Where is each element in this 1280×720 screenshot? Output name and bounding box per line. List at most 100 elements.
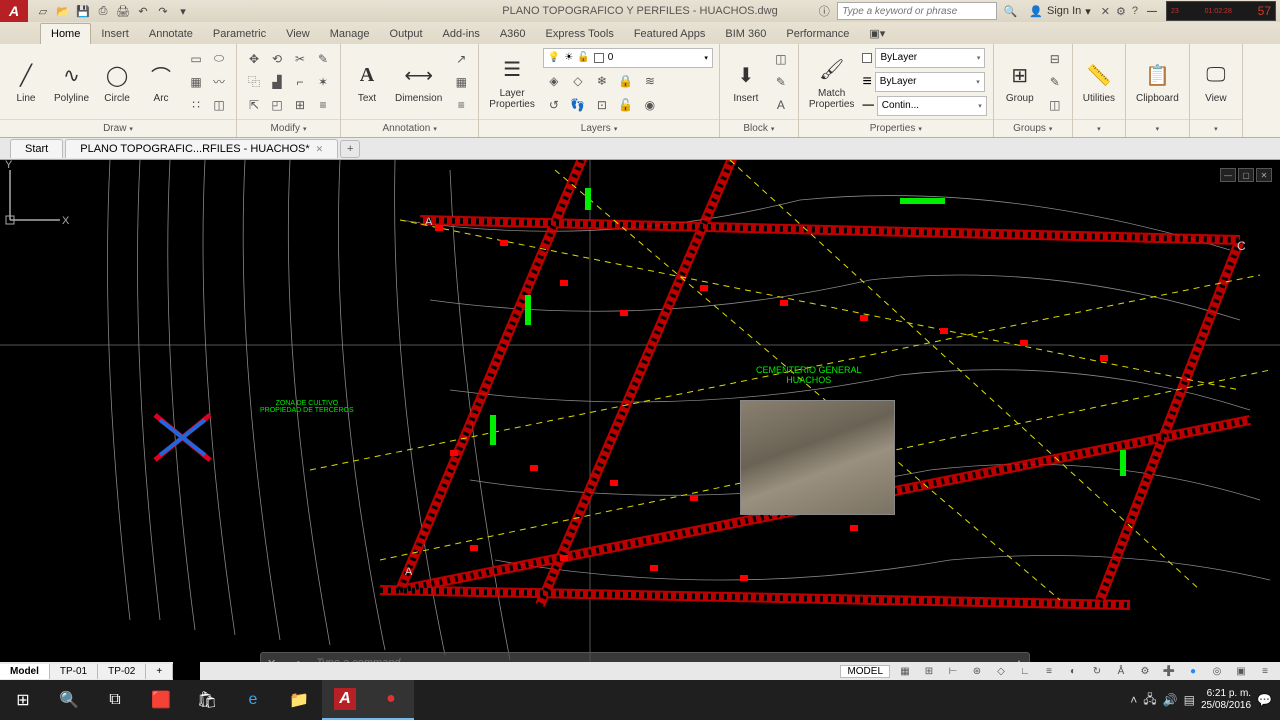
minimize-icon[interactable]: — bbox=[1142, 3, 1162, 19]
layer-state-icon[interactable]: ⊡ bbox=[591, 94, 613, 116]
stretch-icon[interactable]: ⇱ bbox=[243, 94, 265, 116]
ellipse-icon[interactable]: ⬭ bbox=[208, 48, 230, 70]
grid-icon[interactable]: ▦ bbox=[896, 663, 914, 679]
edit-block-icon[interactable]: ✎ bbox=[770, 71, 792, 93]
qat-redo-icon[interactable]: ↷ bbox=[154, 2, 172, 20]
vp-maximize-icon[interactable]: ▢ bbox=[1238, 168, 1254, 182]
table-icon[interactable]: ▦ bbox=[450, 71, 472, 93]
exchange-icon[interactable]: ✕ bbox=[1101, 5, 1110, 18]
circle-button[interactable]: ◯Circle bbox=[97, 57, 137, 106]
scale-icon[interactable]: ◰ bbox=[266, 94, 288, 116]
layer-on-icon[interactable]: ◉ bbox=[639, 94, 661, 116]
taskbar-clock[interactable]: 6:21 p. m. 25/08/2016 bbox=[1201, 688, 1251, 712]
panel-modify-title[interactable]: Modify bbox=[237, 119, 340, 137]
tab-view[interactable]: View bbox=[276, 24, 320, 44]
tab-bim360[interactable]: BIM 360 bbox=[715, 24, 776, 44]
rectangle-icon[interactable]: ▭ bbox=[185, 48, 207, 70]
vp-minimize-icon[interactable]: — bbox=[1220, 168, 1236, 182]
layer-off-icon[interactable]: ◇ bbox=[567, 70, 589, 92]
mtext-icon[interactable]: ≡ bbox=[450, 94, 472, 116]
layout-add[interactable]: + bbox=[146, 664, 173, 679]
taskbar-recorder[interactable]: ● bbox=[368, 680, 414, 720]
qat-more-icon[interactable]: ▾ bbox=[174, 2, 192, 20]
array-icon[interactable]: ⊞ bbox=[289, 94, 311, 116]
lineweight-toggle-icon[interactable]: ≡ bbox=[1040, 663, 1058, 679]
vp-close-icon[interactable]: ✕ bbox=[1256, 168, 1272, 182]
polar-icon[interactable]: ⊛ bbox=[968, 663, 986, 679]
tab-home[interactable]: Home bbox=[40, 23, 91, 44]
move-icon[interactable]: ✥ bbox=[243, 48, 265, 70]
workspace-icon[interactable]: ⚙ bbox=[1136, 663, 1154, 679]
erase-icon[interactable]: ✎ bbox=[312, 48, 334, 70]
qat-save-icon[interactable]: 💾 bbox=[74, 2, 92, 20]
tab-insert[interactable]: Insert bbox=[91, 24, 139, 44]
taskbar-autocad[interactable]: A bbox=[322, 680, 368, 720]
file-tab-start[interactable]: Start bbox=[10, 139, 63, 158]
qat-saveas-icon[interactable]: ⎙ bbox=[94, 2, 112, 20]
ungroup-icon[interactable]: ⊟ bbox=[1044, 48, 1066, 70]
layer-match-icon[interactable]: ≋ bbox=[639, 70, 661, 92]
insert-button[interactable]: ⬇Insert bbox=[726, 57, 766, 106]
taskbar-edge[interactable]: e bbox=[230, 680, 276, 720]
linetype-combo[interactable]: Contin... bbox=[877, 96, 987, 116]
polyline-button[interactable]: ∿Polyline bbox=[50, 57, 93, 106]
panel-clipboard-title[interactable] bbox=[1126, 119, 1189, 137]
search-input[interactable] bbox=[837, 2, 997, 20]
tab-a360[interactable]: A360 bbox=[490, 24, 536, 44]
layer-unlock-icon[interactable]: 🔓 bbox=[615, 94, 637, 116]
tray-notifications-icon[interactable]: 💬 bbox=[1257, 693, 1272, 707]
qat-undo-icon[interactable]: ↶ bbox=[134, 2, 152, 20]
region-icon[interactable]: ◫ bbox=[208, 94, 230, 116]
qat-new-icon[interactable]: ▱ bbox=[34, 2, 52, 20]
layout-tab-1[interactable]: TP-01 bbox=[50, 664, 98, 679]
line-button[interactable]: ╱Line bbox=[6, 57, 46, 106]
lineweight-combo[interactable]: ByLayer bbox=[875, 72, 985, 92]
create-block-icon[interactable]: ◫ bbox=[770, 48, 792, 70]
copy-icon[interactable]: ⿻ bbox=[243, 71, 265, 93]
utilities-button[interactable]: 📏Utilities bbox=[1079, 57, 1119, 106]
tray-network-icon[interactable]: 🖧 bbox=[1143, 690, 1156, 711]
group-select-icon[interactable]: ◫ bbox=[1044, 94, 1066, 116]
color-combo[interactable]: ByLayer bbox=[875, 48, 985, 68]
search-icon[interactable]: 🔍 bbox=[1001, 2, 1019, 20]
close-tab-icon[interactable]: ✕ bbox=[316, 144, 324, 155]
mirror-icon[interactable]: ▟ bbox=[266, 71, 288, 93]
tray-volume-icon[interactable]: 🔊 bbox=[1163, 693, 1178, 707]
panel-utilities-title[interactable] bbox=[1073, 119, 1125, 137]
custom-icon[interactable]: ≡ bbox=[1256, 663, 1274, 679]
attr-icon[interactable]: A bbox=[770, 94, 792, 116]
tray-chevron-icon[interactable]: ˄ bbox=[1130, 693, 1137, 707]
taskbar-app-1[interactable]: 🟥 bbox=[138, 680, 184, 720]
model-tab[interactable]: Model bbox=[0, 664, 50, 679]
tab-express[interactable]: Express Tools bbox=[536, 24, 624, 44]
clipboard-button[interactable]: 📋Clipboard bbox=[1132, 57, 1183, 106]
group-button[interactable]: ⊞Group bbox=[1000, 57, 1040, 106]
panel-block-title[interactable]: Block bbox=[720, 119, 798, 137]
tab-parametric[interactable]: Parametric bbox=[203, 24, 276, 44]
ortho-icon[interactable]: ⊢ bbox=[944, 663, 962, 679]
qat-print-icon[interactable]: 🖨 bbox=[114, 2, 132, 20]
rotate-icon[interactable]: ⟲ bbox=[266, 48, 288, 70]
hatch-icon[interactable]: ▦ bbox=[185, 71, 207, 93]
isolate-icon[interactable]: ◎ bbox=[1208, 663, 1226, 679]
panel-groups-title[interactable]: Groups bbox=[994, 119, 1072, 137]
layer-combo[interactable]: 💡 ☀ 🔓 0 bbox=[543, 48, 713, 68]
model-indicator[interactable]: MODEL bbox=[840, 665, 890, 678]
layout-tab-2[interactable]: TP-02 bbox=[98, 664, 146, 679]
taskview-button[interactable]: ⧉ bbox=[92, 680, 138, 720]
snap-icon[interactable]: ⊞ bbox=[920, 663, 938, 679]
tab-performance[interactable]: Performance bbox=[776, 24, 859, 44]
tab-featured[interactable]: Featured Apps bbox=[624, 24, 716, 44]
otrack-icon[interactable]: ∟ bbox=[1016, 663, 1034, 679]
annomon-icon[interactable]: ➕ bbox=[1160, 663, 1178, 679]
app-logo[interactable]: A bbox=[0, 0, 28, 22]
spline-icon[interactable]: 〰 bbox=[208, 71, 230, 93]
annoscale-icon[interactable]: Å bbox=[1112, 663, 1130, 679]
tab-manage[interactable]: Manage bbox=[320, 24, 380, 44]
file-tab-add[interactable]: + bbox=[340, 140, 360, 158]
view-button[interactable]: 🖵View bbox=[1196, 57, 1236, 106]
text-button[interactable]: AText bbox=[347, 57, 387, 106]
app-store-icon[interactable]: ⚙ bbox=[1116, 5, 1126, 18]
offset-icon[interactable]: ≡ bbox=[312, 94, 334, 116]
tray-lang-icon[interactable]: ▤ bbox=[1184, 693, 1195, 707]
